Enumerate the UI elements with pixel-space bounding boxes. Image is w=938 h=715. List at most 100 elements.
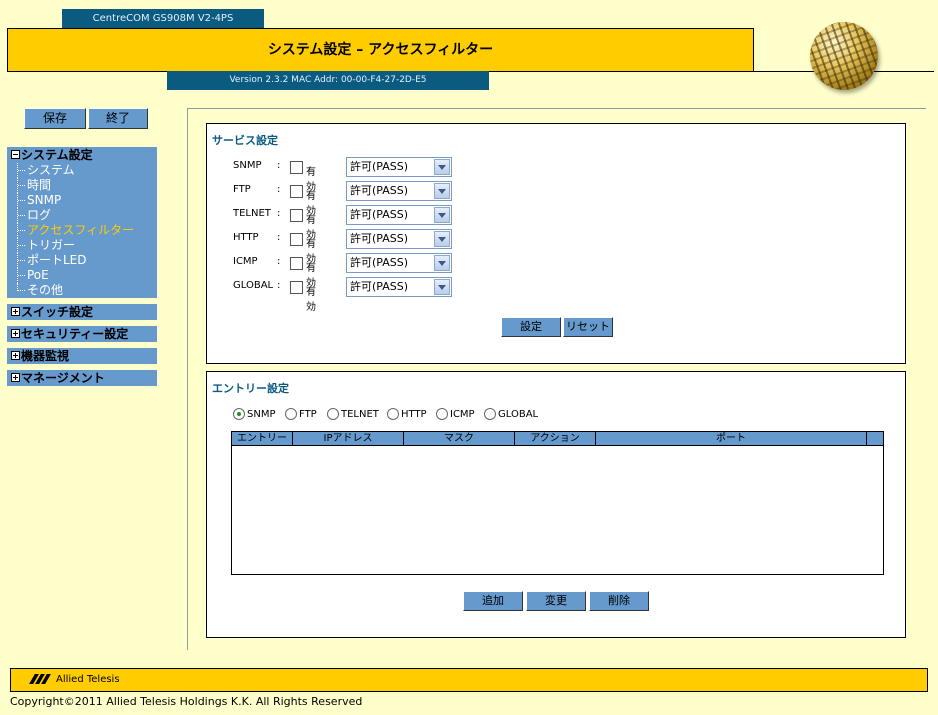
action-select[interactable]: 許可(PASS) (346, 277, 452, 297)
radio-global[interactable]: GLOBAL (484, 408, 538, 424)
save-button[interactable]: 保存 (24, 108, 86, 129)
nav-group-label: マネージメント (21, 371, 105, 385)
column-port: ポート (596, 432, 867, 446)
entry-settings-title: エントリー設定 (212, 382, 289, 395)
enable-checkbox[interactable] (290, 257, 303, 270)
action-select[interactable]: 許可(PASS) (346, 157, 452, 177)
radio-icon[interactable] (285, 408, 297, 420)
nav-item-poe[interactable]: PoE (7, 268, 157, 283)
nav-item-label: システム (27, 163, 75, 177)
nav-group-switch[interactable]: スイッチ設定 (7, 304, 157, 320)
nav-item-trigger[interactable]: トリガー (7, 238, 157, 253)
radio-snmp[interactable]: SNMP (233, 408, 276, 424)
column-ip-address: IPアドレス (293, 432, 404, 446)
reset-button[interactable]: リセット (563, 317, 613, 337)
tree-line-icon (17, 208, 27, 223)
action-select[interactable]: 許可(PASS) (346, 205, 452, 225)
nav-group-security[interactable]: セキュリティー設定 (7, 326, 157, 342)
nav-group-label: 機器監視 (21, 349, 70, 363)
nav-item-system[interactable]: システム (7, 163, 157, 178)
entry-settings-panel: エントリー設定 SNMP FTP TELNET HTTP ICMP GLOBAL… (206, 371, 906, 638)
nav-system-label: システム設定 (21, 148, 93, 162)
chevron-down-icon (434, 183, 450, 199)
footer-bar (10, 668, 928, 692)
action-select[interactable]: 許可(PASS) (346, 181, 452, 201)
radio-icon[interactable] (233, 408, 245, 420)
nav-item-snmp[interactable]: SNMP (7, 193, 157, 208)
add-button[interactable]: 追加 (463, 591, 523, 611)
radio-icon[interactable] (484, 408, 496, 420)
service-settings-title: サービス設定 (212, 134, 278, 147)
set-button[interactable]: 設定 (501, 317, 561, 337)
service-name: FTP: (233, 184, 281, 195)
nav-item-label: 時間 (27, 178, 52, 192)
delete-button[interactable]: 削除 (589, 591, 649, 611)
radio-http[interactable]: HTTP (387, 408, 427, 424)
nav-item-label: トリガー (27, 238, 76, 252)
column-action: アクション (515, 432, 596, 446)
nav-group-monitoring[interactable]: 機器監視 (7, 348, 157, 364)
enable-checkbox[interactable] (290, 161, 303, 174)
change-button[interactable]: 変更 (526, 591, 586, 611)
nav-item-other[interactable]: その他 (7, 283, 157, 298)
nav-group-management[interactable]: マネージメント (7, 370, 157, 386)
radio-icon[interactable] (436, 408, 448, 420)
service-name: GLOBAL: (233, 280, 281, 291)
enable-checkbox[interactable] (290, 185, 303, 198)
chevron-down-icon (434, 255, 450, 271)
radio-label: HTTP (401, 408, 427, 420)
column-spacer (867, 432, 883, 446)
radio-label: TELNET (341, 408, 379, 420)
chevron-down-icon (434, 159, 450, 175)
tree-line-icon (17, 253, 27, 268)
column-mask: マスク (404, 432, 515, 446)
action-select[interactable]: 許可(PASS) (346, 229, 452, 249)
nav-item-time[interactable]: 時間 (7, 178, 157, 193)
radio-label: ICMP (450, 408, 475, 420)
radio-icon[interactable] (327, 408, 339, 420)
action-select[interactable]: 許可(PASS) (346, 253, 452, 273)
expand-icon[interactable] (11, 373, 20, 382)
version-info: Version 2.3.2 MAC Addr: 00-00-F4-27-2D-E… (167, 71, 489, 90)
service-settings-panel: サービス設定 SNMP: 有効 許可(PASS) FTP: 有効 許可(PASS… (206, 123, 906, 364)
nav-item-access-filter[interactable]: アクセスフィルター (7, 223, 157, 238)
nav-item-port-led[interactable]: ポートLED (7, 253, 157, 268)
service-name: HTTP: (233, 232, 281, 243)
nav-item-label: PoE (27, 268, 49, 282)
expand-icon[interactable] (11, 307, 20, 316)
service-name: ICMP: (233, 256, 281, 267)
chevron-down-icon (434, 279, 450, 295)
enable-checkbox[interactable] (290, 209, 303, 222)
model-tab: CentreCOM GS908M V2-4PS (62, 9, 264, 28)
radio-ftp[interactable]: FTP (285, 408, 317, 424)
enable-checkbox[interactable] (290, 233, 303, 246)
service-name: TELNET: (233, 208, 281, 219)
collapse-icon[interactable] (11, 150, 20, 159)
column-entry: エントリー (232, 432, 293, 446)
tree-line-icon (17, 178, 27, 193)
copyright-text: Copyright©2011 Allied Telesis Holdings K… (10, 695, 363, 708)
nav-system-settings: システム設定 システム 時間 SNMP ログ アクセスフィルター トリガー ポー… (7, 147, 157, 298)
radio-label: GLOBAL (498, 408, 539, 420)
service-name: SNMP: (233, 160, 281, 171)
enable-checkbox[interactable] (290, 281, 303, 294)
globe-logo-icon (810, 22, 878, 90)
radio-icon[interactable] (387, 408, 399, 420)
brand-logo: Allied Telesis (28, 672, 120, 688)
table-header: エントリー IPアドレス マスク アクション ポート (232, 432, 883, 446)
nav-item-log[interactable]: ログ (7, 208, 157, 223)
chevron-down-icon (434, 207, 450, 223)
nav-item-label: その他 (27, 283, 64, 297)
nav-system-header[interactable]: システム設定 (7, 147, 157, 163)
exit-button[interactable]: 終了 (88, 108, 148, 129)
radio-telnet[interactable]: TELNET (327, 408, 379, 424)
expand-icon[interactable] (11, 329, 20, 338)
expand-icon[interactable] (11, 351, 20, 360)
nav-item-label: SNMP (27, 193, 62, 207)
radio-label: FTP (299, 408, 317, 420)
nav-group-label: セキュリティー設定 (21, 327, 129, 341)
chevron-down-icon (434, 231, 450, 247)
radio-icmp[interactable]: ICMP (436, 408, 475, 424)
tree-line-icon (17, 163, 27, 178)
tree-line-icon (17, 193, 27, 208)
